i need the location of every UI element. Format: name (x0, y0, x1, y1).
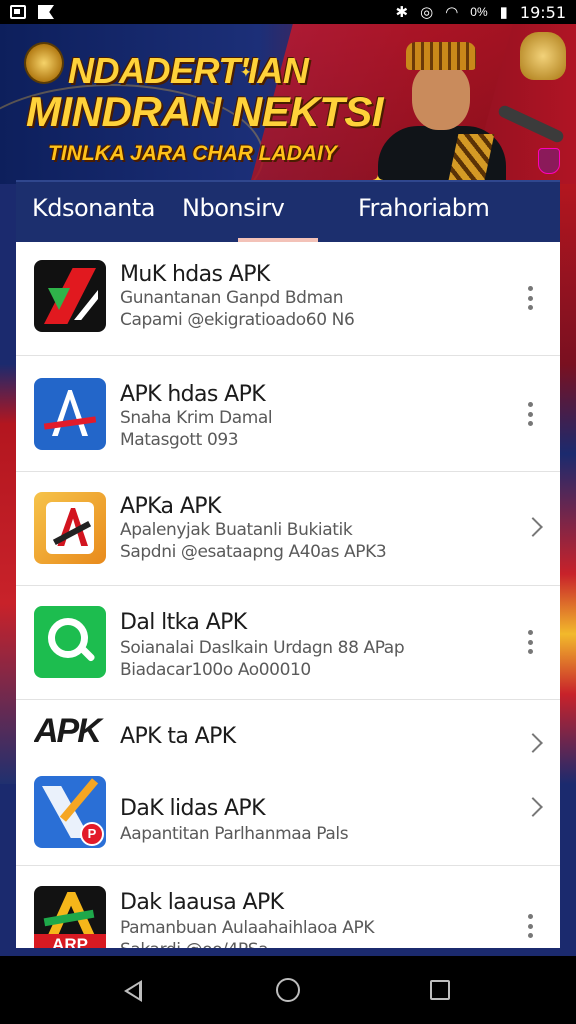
app-meta: Capami @ekigratioado60 N6 (120, 310, 355, 330)
list-item[interactable]: Dal ltka APK Soianalai Daslkain Urdagn 8… (16, 586, 560, 700)
more-options-icon[interactable] (522, 286, 538, 310)
tab-2[interactable]: Nbonsirv (182, 194, 285, 222)
app-meta: Sakardi @oo/4PSa (120, 940, 269, 948)
background-decoration-left (0, 184, 16, 784)
app-icon: ARP (34, 886, 106, 948)
app-icon (34, 378, 106, 450)
app-title: DaK lidas APK (120, 796, 266, 821)
background-decoration-right (560, 184, 576, 784)
chevron-right-icon[interactable] (523, 797, 543, 817)
app-title: MuK hdas APK (120, 262, 270, 287)
more-options-icon[interactable] (522, 630, 538, 654)
alarm-icon: ◎ (420, 4, 434, 21)
app-icon: P (34, 776, 106, 848)
banner-subtitle: TINLKA JARA CHAR LADAIY (48, 142, 337, 165)
wifi-icon: ◠ (445, 4, 459, 21)
more-options-icon[interactable] (522, 402, 538, 426)
more-options-icon[interactable] (522, 914, 538, 938)
app-description: Soianalai Daslkain Urdagn 88 APap (120, 638, 405, 658)
shield-icon (538, 148, 560, 174)
banner-title-line2: MINDRAN NEKTSI (26, 88, 384, 135)
app-title: Dal ltka APK (120, 610, 247, 635)
bluetooth-icon: ✱ (395, 4, 409, 21)
app-description: Aapantitan Parlhanmaa Pals (120, 824, 349, 844)
sparkle-icon: ✦ (240, 64, 252, 80)
clock: 19:51 (519, 2, 566, 22)
app-icon (34, 606, 106, 678)
promo-banner[interactable]: NDADERT'IAN MINDRAN NEKTSI TINLKA JARA C… (0, 24, 576, 184)
tab-1[interactable]: Kdsonanta (32, 194, 155, 222)
recent-apps-icon[interactable] (430, 980, 450, 1000)
tab-bar: Kdsonanta Nbonsirv Frahoriabm (16, 180, 560, 242)
navigation-bar (0, 956, 576, 1024)
list-item[interactable]: APKa APK Apalenyjak Buatanli Bukiatik Sa… (16, 472, 560, 586)
speaker-portrait (376, 38, 508, 184)
status-bar: ✱ ◎ ◠ 0% ▮ 19:51 (0, 0, 576, 24)
list-item[interactable]: APK APK ta APK P DaK lidas APK Aapantita… (16, 700, 560, 866)
app-title: APK ta APK (120, 724, 236, 749)
app-meta: Biadacar100o Ao00010 (120, 660, 311, 680)
list-item[interactable]: ARP Dak laausa APK Pamanbuan Aulaahaihla… (16, 866, 560, 948)
app-title: APK hdas APK (120, 382, 266, 407)
emblem-icon (24, 42, 64, 84)
back-icon[interactable] (124, 980, 142, 1002)
apk-logo-text: APK (34, 712, 102, 750)
app-icon (34, 260, 106, 332)
app-meta: Matasgott 093 (120, 430, 239, 450)
app-icon (34, 492, 106, 564)
app-list: MuK hdas APK Gunantanan Ganpd Bdman Capa… (16, 242, 560, 948)
app-description: Pamanbuan Aulaahaihlaoa APK (120, 918, 375, 938)
p-badge: P (80, 822, 104, 846)
chevron-right-icon[interactable] (523, 517, 543, 537)
app-meta: Sapdni @esataapng A40as APK3 (120, 542, 387, 562)
app-icon: APK (34, 708, 114, 752)
flag-icon (38, 5, 54, 19)
gallery-icon (10, 5, 26, 19)
app-title: Dak laausa APK (120, 890, 284, 915)
app-description: Gunantanan Ganpd Bdman (120, 288, 344, 308)
battery-icon: ▮ (499, 4, 508, 21)
list-item[interactable]: APK hdas APK Snaha Krim Damal Matasgott … (16, 356, 560, 472)
app-description: Snaha Krim Damal (120, 408, 273, 428)
arp-badge: ARP (34, 934, 106, 948)
list-item[interactable]: MuK hdas APK Gunantanan Ganpd Bdman Capa… (16, 242, 560, 356)
app-title: APKa APK (120, 494, 221, 519)
garuda-emblem-icon (520, 32, 566, 80)
tab-3[interactable]: Frahoriabm (358, 194, 490, 222)
chevron-right-icon[interactable] (523, 733, 543, 753)
battery-level: 0% (470, 5, 488, 19)
app-description: Apalenyjak Buatanli Bukiatik (120, 520, 353, 540)
banner-title-line1: NDADERT'IAN (68, 50, 309, 91)
home-icon[interactable] (276, 978, 300, 1002)
